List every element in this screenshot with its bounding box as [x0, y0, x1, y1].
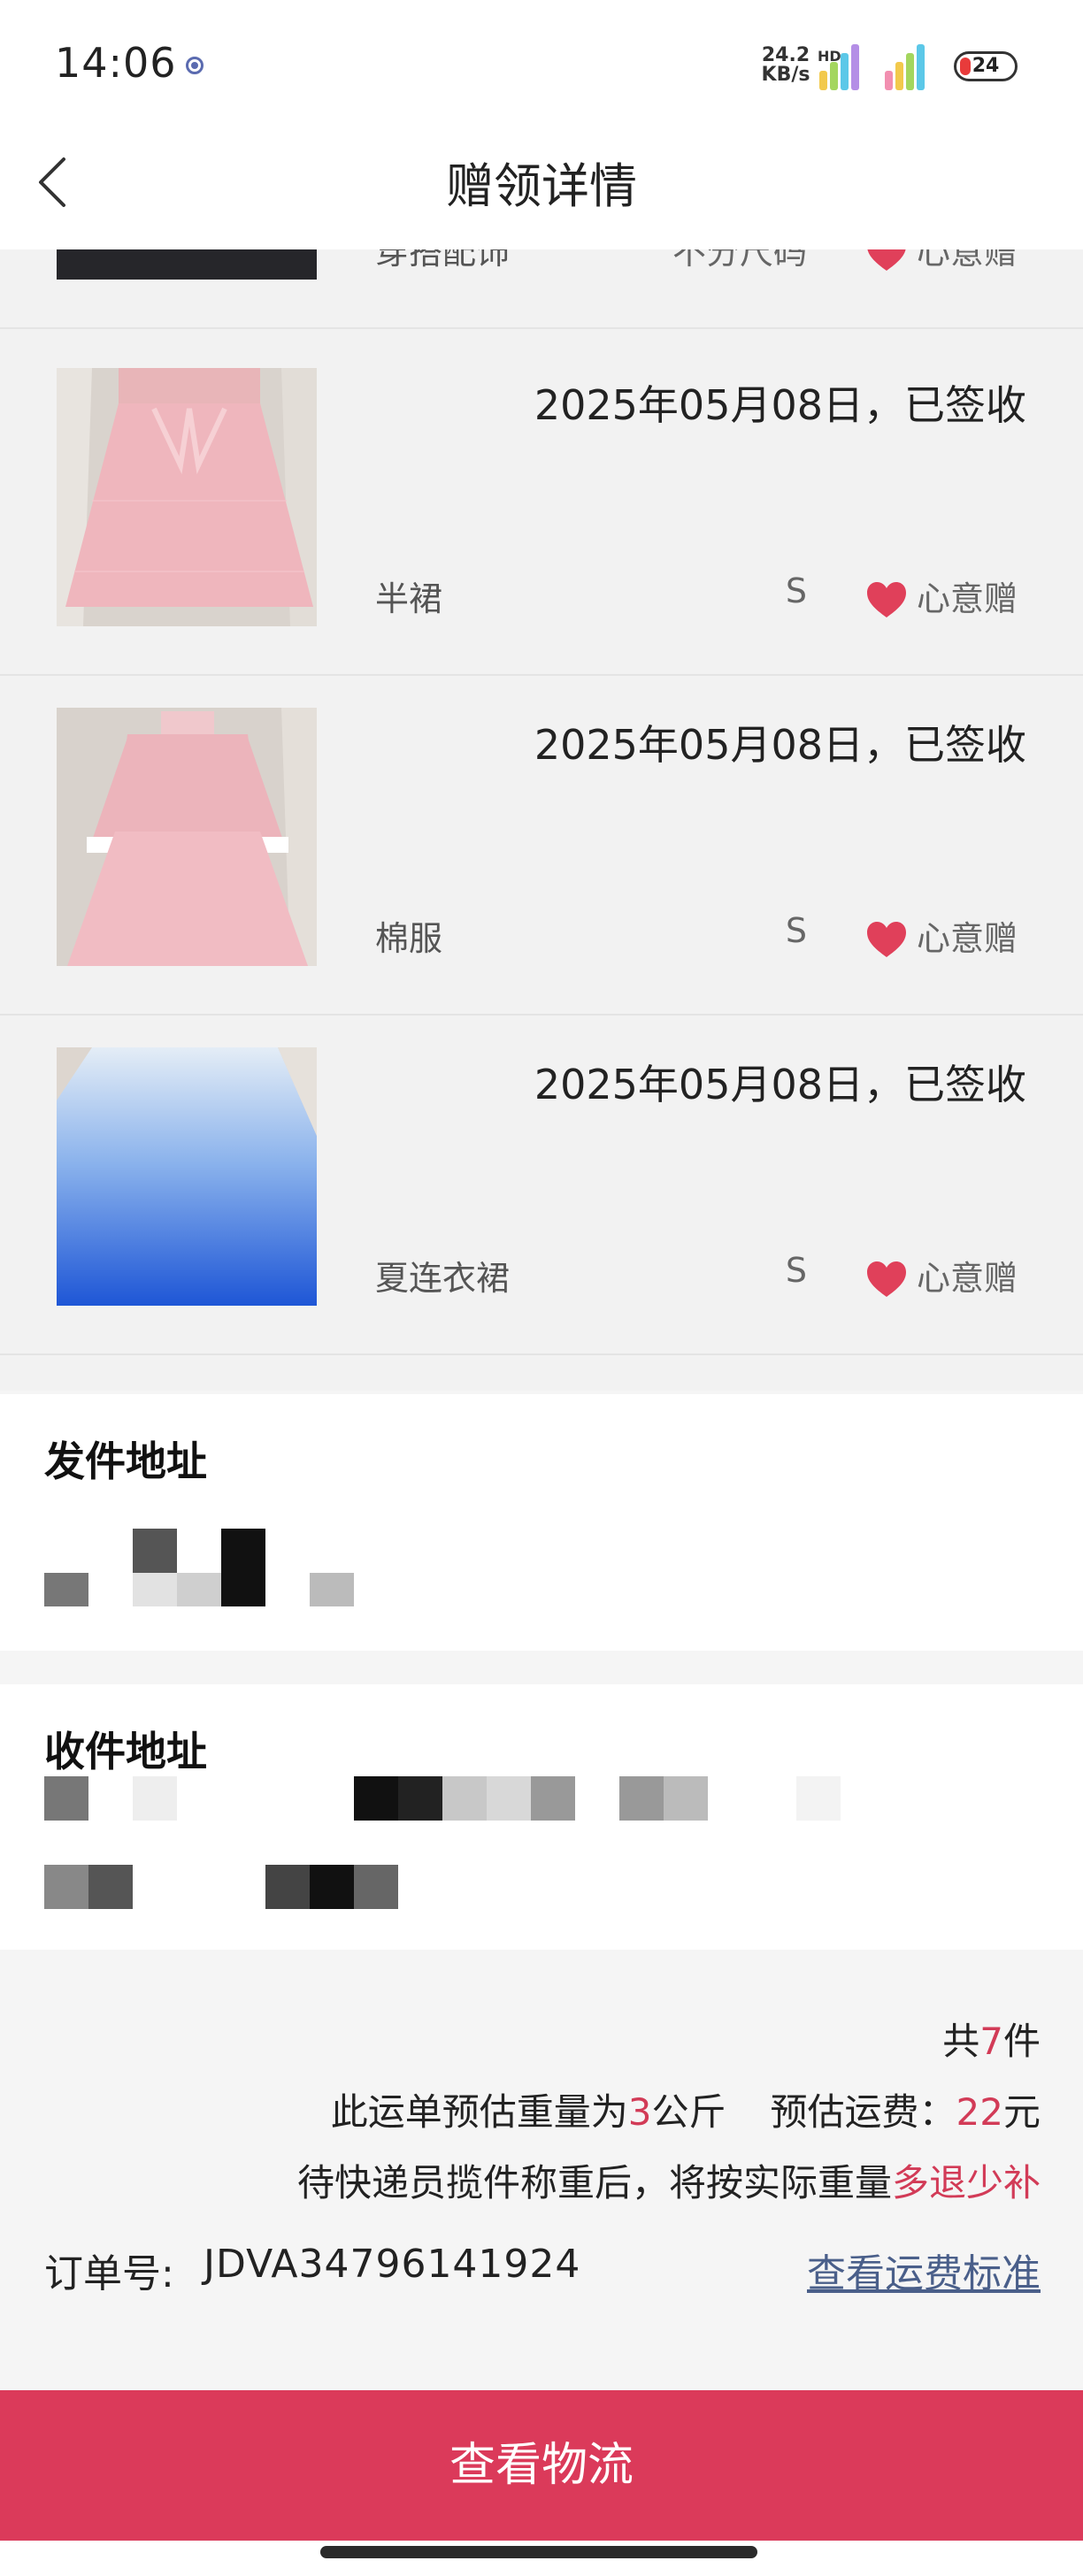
note-accent: 多退少补 — [891, 2161, 1041, 2204]
item-size: S — [785, 1251, 807, 1290]
signal-icon — [819, 41, 872, 90]
heart-icon — [867, 1261, 906, 1297]
redacted-address — [44, 1776, 841, 1909]
heart-icon — [867, 582, 906, 617]
fee-value: 22 — [956, 2090, 1003, 2134]
status-bar: 14:06 24.2 KB/s HD 24 — [0, 0, 1083, 133]
item-size: S — [785, 571, 807, 610]
list-item[interactable]: 2025年05月08日，已签收 夏连衣裙 S 心意赠 — [0, 1017, 1083, 1355]
status-time: 14:06 — [55, 39, 177, 87]
item-size: S — [785, 911, 807, 950]
page-title: 赠领详情 — [446, 158, 637, 214]
total-suffix: 件 — [1002, 2020, 1041, 2063]
gift-type-label: 心意赠 — [917, 919, 1018, 958]
item-name: 半裙 — [375, 579, 443, 618]
gift-item-list[interactable]: 穿搭配饰 不分尺码 心意赠 2025年05月08日，已签收 半裙 S 心意赠 2… — [0, 249, 1083, 1391]
weight-unit: 公斤 — [651, 2090, 726, 2134]
item-delivery-status: 2025年05月08日，已签收 — [534, 721, 1026, 769]
order-number: JDVA34796141924 — [204, 2242, 581, 2287]
battery-level — [960, 58, 971, 75]
fee-standard-link[interactable]: 查看运费标准 — [807, 2242, 1041, 2298]
home-indicator[interactable] — [320, 2546, 757, 2558]
fee-label: 预估运费： — [770, 2090, 956, 2134]
product-thumbnail[interactable] — [57, 708, 317, 966]
network-speed-value: 24.2 — [761, 44, 810, 66]
weight-value: 3 — [627, 2090, 652, 2134]
item-name: 夏连衣裙 — [375, 1259, 511, 1298]
note-prefix: 待快递员揽件称重后，将按实际重量 — [296, 2161, 892, 2204]
item-delivery-status: 2025年05月08日，已签收 — [534, 1061, 1026, 1108]
network-speed: 24.2 KB/s — [757, 46, 814, 85]
list-item[interactable]: 2025年05月08日，已签收 半裙 S 心意赠 — [0, 338, 1083, 676]
product-thumbnail[interactable] — [57, 368, 317, 626]
item-delivery-status: 2025年05月08日，已签收 — [534, 381, 1026, 429]
battery-icon: 24 — [954, 51, 1018, 81]
order-number-label: 订单号: — [44, 2251, 174, 2296]
item-size: 不分尺码 — [672, 249, 807, 272]
weight-prefix: 此运单预估重量为 — [330, 2090, 628, 2134]
item-name: 棉服 — [375, 919, 443, 958]
network-speed-unit: KB/s — [761, 64, 810, 86]
gift-type-label: 心意赠 — [917, 1259, 1018, 1298]
redacted-address — [44, 1529, 354, 1606]
view-logistics-button[interactable]: 查看物流 — [0, 2390, 1083, 2541]
list-item[interactable]: 穿搭配饰 不分尺码 心意赠 — [0, 249, 1083, 329]
sender-address-title: 发件地址 — [44, 1438, 207, 1485]
total-count-line: 共7件 — [942, 2012, 1041, 2066]
signal-icon-2 — [885, 41, 938, 90]
reweigh-note-line: 待快递员揽件称重后，将按实际重量多退少补 — [297, 2153, 1041, 2207]
item-name: 穿搭配饰 — [375, 249, 511, 272]
heart-icon — [867, 922, 906, 957]
fee-unit: 元 — [1002, 2090, 1041, 2134]
receiver-address-card: 收件地址 — [0, 1684, 1083, 1950]
sender-address-card: 发件地址 — [0, 1394, 1083, 1651]
gift-type-label: 心意赠 — [917, 249, 1018, 272]
total-prefix: 共 — [942, 2020, 980, 2063]
notification-dot-icon — [186, 57, 204, 74]
product-thumbnail[interactable] — [57, 1047, 317, 1306]
list-item[interactable]: 2025年05月08日，已签收 棉服 S 心意赠 — [0, 678, 1083, 1016]
total-count: 7 — [979, 2020, 1003, 2063]
weight-fee-line: 此运单预估重量为3公斤 预估运费：22元 — [331, 2082, 1041, 2136]
gift-type-label: 心意赠 — [917, 579, 1018, 618]
receiver-address-title: 收件地址 — [44, 1728, 207, 1775]
product-thumbnail[interactable] — [57, 249, 317, 280]
heart-icon — [867, 249, 906, 271]
battery-percent: 24 — [972, 55, 1000, 77]
